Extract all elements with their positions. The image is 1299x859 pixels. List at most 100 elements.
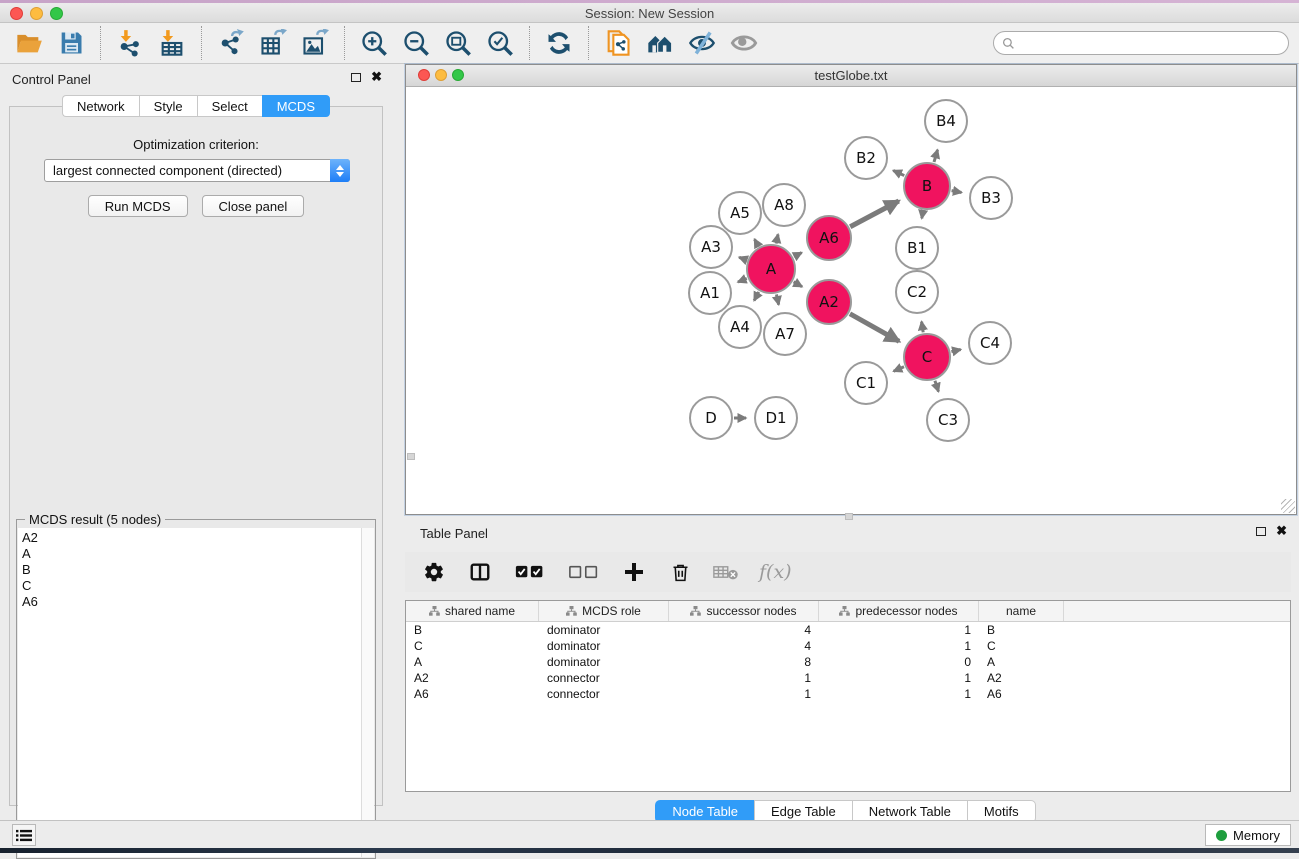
edge-A-A7[interactable] bbox=[776, 294, 778, 304]
criterion-dropdown[interactable]: largest connected component (directed) bbox=[44, 159, 350, 182]
tab-select[interactable]: Select bbox=[197, 95, 262, 117]
window-resize-grip[interactable] bbox=[1281, 499, 1295, 513]
edge-B-B3[interactable] bbox=[952, 191, 962, 193]
column-header-name[interactable]: name bbox=[979, 601, 1064, 621]
cell-MCDS-role[interactable]: dominator bbox=[539, 654, 669, 670]
zoom-in-icon[interactable] bbox=[359, 28, 389, 58]
cell-successor-nodes[interactable]: 4 bbox=[669, 622, 819, 638]
edge-A-A2[interactable] bbox=[794, 282, 802, 287]
cell-successor-nodes[interactable]: 1 bbox=[669, 670, 819, 686]
result-item[interactable]: A2 bbox=[22, 530, 357, 546]
graph-node-C4[interactable]: C4 bbox=[969, 322, 1011, 364]
import-network-icon[interactable] bbox=[115, 28, 145, 58]
hide-selected-icon[interactable] bbox=[687, 28, 717, 58]
float-panel-icon[interactable] bbox=[1256, 527, 1266, 536]
graph-node-B[interactable]: B bbox=[904, 163, 950, 209]
refresh-icon[interactable] bbox=[544, 28, 574, 58]
tab-style[interactable]: Style bbox=[139, 95, 197, 117]
cell-MCDS-role[interactable]: dominator bbox=[539, 622, 669, 638]
splitter-grip[interactable] bbox=[845, 513, 853, 520]
cell-shared-name[interactable]: A2 bbox=[406, 670, 539, 686]
cell-predecessor-nodes[interactable]: 0 bbox=[819, 654, 979, 670]
function-builder-icon[interactable]: f(x) bbox=[759, 561, 792, 583]
edge-A-A6[interactable] bbox=[794, 253, 802, 257]
graph-node-C1[interactable]: C1 bbox=[845, 362, 887, 404]
graph-node-A[interactable]: A bbox=[747, 245, 795, 293]
first-neighbors-icon[interactable] bbox=[645, 28, 675, 58]
graph-node-A1[interactable]: A1 bbox=[689, 272, 731, 314]
export-network-icon[interactable] bbox=[216, 28, 246, 58]
cell-name[interactable]: A bbox=[979, 654, 1064, 670]
cell-shared-name[interactable]: A6 bbox=[406, 686, 539, 702]
cell-MCDS-role[interactable]: dominator bbox=[539, 638, 669, 654]
new-network-from-selection-icon[interactable] bbox=[603, 28, 633, 58]
task-history-button[interactable] bbox=[12, 824, 36, 846]
column-visibility-icon[interactable] bbox=[467, 559, 493, 585]
table-row[interactable]: Cdominator41C bbox=[406, 638, 1290, 654]
network-view-window[interactable]: testGlobe.txt B4B2BB3A8A5A6A3B1AA1C2A2A4… bbox=[405, 64, 1297, 515]
graph-node-A5[interactable]: A5 bbox=[719, 192, 761, 234]
cell-predecessor-nodes[interactable]: 1 bbox=[819, 686, 979, 702]
table-row[interactable]: A6connector11A6 bbox=[406, 686, 1290, 702]
column-header-predecessor-nodes[interactable]: predecessor nodes bbox=[819, 601, 979, 621]
mcds-result-list[interactable]: A2ABCA6 bbox=[18, 528, 361, 857]
import-table-icon[interactable] bbox=[157, 28, 187, 58]
graph-node-C2[interactable]: C2 bbox=[896, 271, 938, 313]
graph-node-A8[interactable]: A8 bbox=[763, 184, 805, 226]
edge-A6-B[interactable] bbox=[850, 201, 899, 227]
save-session-icon[interactable] bbox=[56, 28, 86, 58]
cell-name[interactable]: C bbox=[979, 638, 1064, 654]
network-window-titlebar[interactable]: testGlobe.txt bbox=[406, 65, 1296, 87]
column-header-MCDS-role[interactable]: MCDS role bbox=[539, 601, 669, 621]
graph-node-D[interactable]: D bbox=[690, 397, 732, 439]
cell-name[interactable]: A6 bbox=[979, 686, 1064, 702]
column-header-successor-nodes[interactable]: successor nodes bbox=[669, 601, 819, 621]
graph-node-B2[interactable]: B2 bbox=[845, 137, 887, 179]
zoom-out-icon[interactable] bbox=[401, 28, 431, 58]
float-panel-icon[interactable] bbox=[351, 73, 361, 82]
edge-A-A3[interactable] bbox=[739, 257, 746, 260]
cell-successor-nodes[interactable]: 8 bbox=[669, 654, 819, 670]
main-titlebar[interactable]: Session: New Session bbox=[0, 3, 1299, 23]
cell-shared-name[interactable]: C bbox=[406, 638, 539, 654]
zoom-fit-icon[interactable] bbox=[443, 28, 473, 58]
cell-MCDS-role[interactable]: connector bbox=[539, 686, 669, 702]
graph-node-A7[interactable]: A7 bbox=[764, 313, 806, 355]
graph-node-C[interactable]: C bbox=[904, 334, 950, 380]
delete-column-icon[interactable] bbox=[667, 559, 693, 585]
run-mcds-button[interactable]: Run MCDS bbox=[88, 195, 188, 217]
result-item[interactable]: A bbox=[22, 546, 357, 562]
open-file-icon[interactable] bbox=[14, 28, 44, 58]
result-item[interactable]: A6 bbox=[22, 594, 357, 610]
graph-node-A2[interactable]: A2 bbox=[807, 280, 851, 324]
result-item[interactable]: C bbox=[22, 578, 357, 594]
graph-node-D1[interactable]: D1 bbox=[755, 397, 797, 439]
export-table-icon[interactable] bbox=[258, 28, 288, 58]
cell-successor-nodes[interactable]: 1 bbox=[669, 686, 819, 702]
cell-shared-name[interactable]: B bbox=[406, 622, 539, 638]
network-canvas[interactable]: B4B2BB3A8A5A6A3B1AA1C2A2A4A7C4CC1C3DD1 bbox=[406, 87, 1296, 514]
table-row[interactable]: A2connector11A2 bbox=[406, 670, 1290, 686]
cell-predecessor-nodes[interactable]: 1 bbox=[819, 638, 979, 654]
tab-network[interactable]: Network bbox=[62, 95, 139, 117]
edge-C-C1[interactable] bbox=[894, 367, 904, 371]
cell-MCDS-role[interactable]: connector bbox=[539, 670, 669, 686]
graph-node-B4[interactable]: B4 bbox=[925, 100, 967, 142]
edge-A-A1[interactable] bbox=[738, 279, 747, 282]
table-row[interactable]: Adominator80A bbox=[406, 654, 1290, 670]
graph-node-B3[interactable]: B3 bbox=[970, 177, 1012, 219]
graph-node-B1[interactable]: B1 bbox=[896, 227, 938, 269]
result-item[interactable]: B bbox=[22, 562, 357, 578]
graph-node-A6[interactable]: A6 bbox=[807, 216, 851, 260]
edge-C-C4[interactable] bbox=[951, 350, 960, 352]
edge-A-A8[interactable] bbox=[776, 234, 778, 243]
export-image-icon[interactable] bbox=[300, 28, 330, 58]
zoom-selected-icon[interactable] bbox=[485, 28, 515, 58]
graph-node-A4[interactable]: A4 bbox=[719, 306, 761, 348]
cell-name[interactable]: A2 bbox=[979, 670, 1064, 686]
memory-button[interactable]: Memory bbox=[1205, 824, 1291, 846]
search-box[interactable] bbox=[993, 31, 1289, 55]
edge-A-A4[interactable] bbox=[754, 292, 759, 301]
graph-node-C3[interactable]: C3 bbox=[927, 399, 969, 441]
close-panel-icon[interactable]: ✖ bbox=[1276, 526, 1287, 536]
